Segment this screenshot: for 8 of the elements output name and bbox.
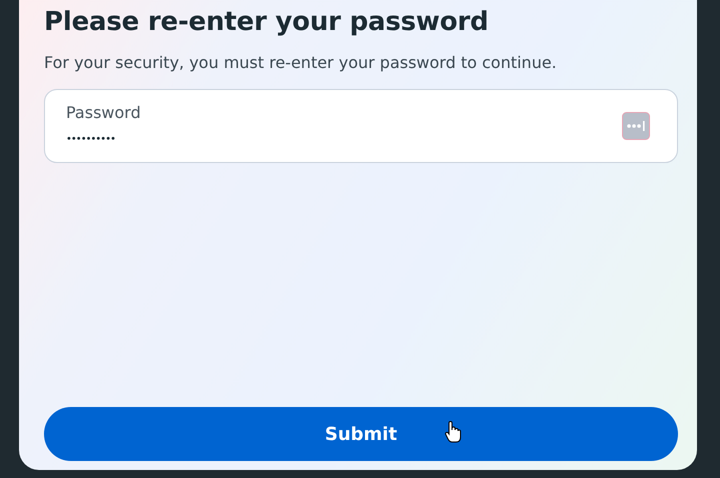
password-manager-icon[interactable] [622,112,650,140]
dialog-title: Please re-enter your password [44,6,490,39]
submit-button[interactable]: Submit [44,407,678,461]
masked-password-text: •••••••••• [66,133,115,147]
dialog-description: For your security, you must re-enter your password to continue. [44,52,558,74]
password-field[interactable]: Password •••••••••• [44,89,678,163]
placeholder-text: Password [66,102,141,124]
hand-cursor-icon [445,421,461,443]
